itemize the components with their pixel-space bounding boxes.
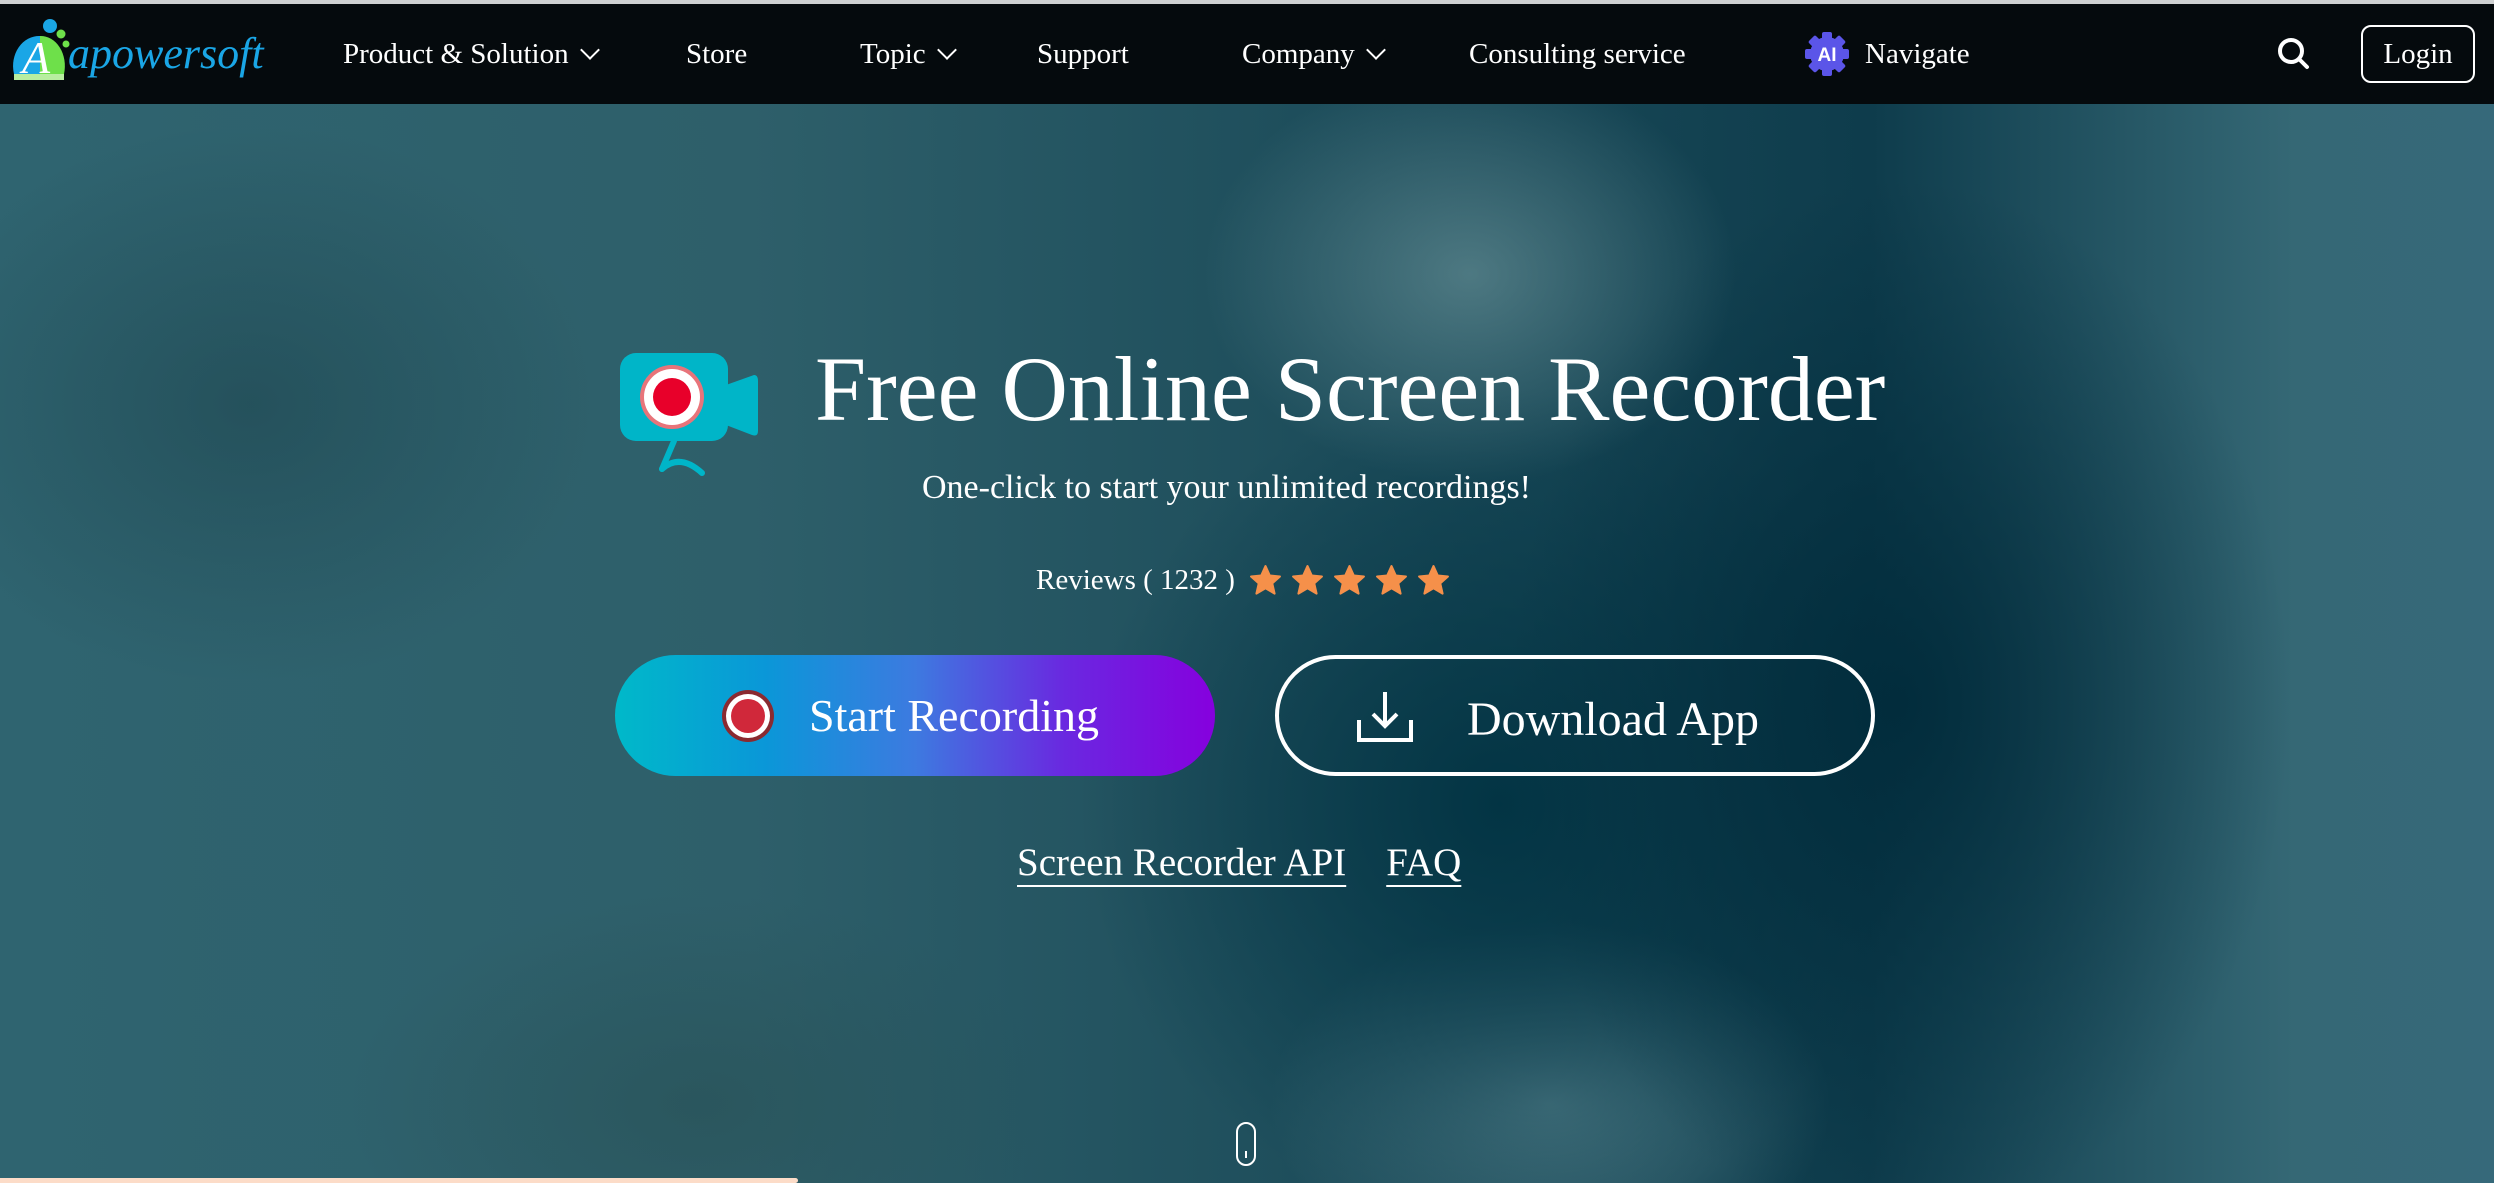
nav-item-label: Support <box>1037 37 1129 70</box>
scroll-down-mouse-icon[interactable] <box>1236 1122 1256 1166</box>
login-button[interactable]: Login <box>2361 25 2475 83</box>
reviews-rating: Reviews ( 1232 ) <box>1036 564 1450 597</box>
star-icon <box>1375 565 1407 595</box>
star-icon <box>1291 565 1323 595</box>
nav-support[interactable]: Support <box>1037 4 1129 104</box>
download-icon <box>1357 691 1413 742</box>
video-camera-record-icon <box>620 353 758 476</box>
ai-gear-icon: AI <box>1805 32 1849 76</box>
svg-text:AI: AI <box>1818 45 1837 66</box>
hero-section: Free Online Screen Recorder One-click to… <box>0 104 2494 1183</box>
download-app-label: Download App <box>1467 693 1759 746</box>
hero-subtitle: One-click to start your unlimited record… <box>922 469 1531 506</box>
nav-item-label: Consulting service <box>1469 37 1686 70</box>
mouse-wheel <box>1245 1151 1247 1158</box>
hero-links: Screen Recorder API FAQ <box>1017 840 1461 885</box>
reviews-count: Reviews ( 1232 ) <box>1036 564 1235 596</box>
apowersoft-logo[interactable]: A apowersoft <box>12 18 282 88</box>
page-title: Free Online Screen Recorder <box>815 338 1886 440</box>
search-icon <box>2278 38 2309 69</box>
chevron-down-icon <box>1365 40 1386 60</box>
nav-product-solution[interactable]: Product & Solution <box>343 4 600 104</box>
star-icon <box>1417 565 1449 595</box>
nav-company[interactable]: Company <box>1242 4 1386 104</box>
page-scroll-progress <box>0 1178 2494 1183</box>
search-button[interactable] <box>2274 34 2314 74</box>
nav-ai-navigate[interactable]: AI Navigate <box>1803 4 1970 104</box>
nav-item-label: Topic <box>860 37 926 70</box>
nav-item-label: Company <box>1242 37 1355 70</box>
chevron-down-icon <box>579 40 600 60</box>
nav-topic[interactable]: Topic <box>860 4 957 104</box>
page-scroll-progress-fill <box>0 1178 799 1183</box>
nav-item-label: Product & Solution <box>343 37 569 70</box>
start-recording-button[interactable]: Start Recording <box>615 655 1215 776</box>
faq-link[interactable]: FAQ <box>1386 840 1461 885</box>
top-navigation-bar: A apowersoft Product & Solution Store To… <box>0 4 2494 104</box>
download-app-button[interactable]: Download App <box>1275 655 1875 776</box>
nav-item-label: Store <box>686 37 748 70</box>
logo-wordmark: apowersoft <box>68 28 264 78</box>
nav-consulting-service[interactable]: Consulting service <box>1469 4 1686 104</box>
record-icon <box>722 689 774 742</box>
nav-store[interactable]: Store <box>686 4 747 104</box>
star-rating <box>1249 564 1450 597</box>
start-recording-label: Start Recording <box>809 690 1099 741</box>
star-icon <box>1333 565 1365 595</box>
screen-recorder-api-link[interactable]: Screen Recorder API <box>1017 840 1346 885</box>
chevron-down-icon <box>936 40 957 60</box>
svg-text:A: A <box>19 32 51 83</box>
star-icon <box>1249 565 1281 595</box>
nav-item-label: Navigate <box>1865 37 1970 70</box>
